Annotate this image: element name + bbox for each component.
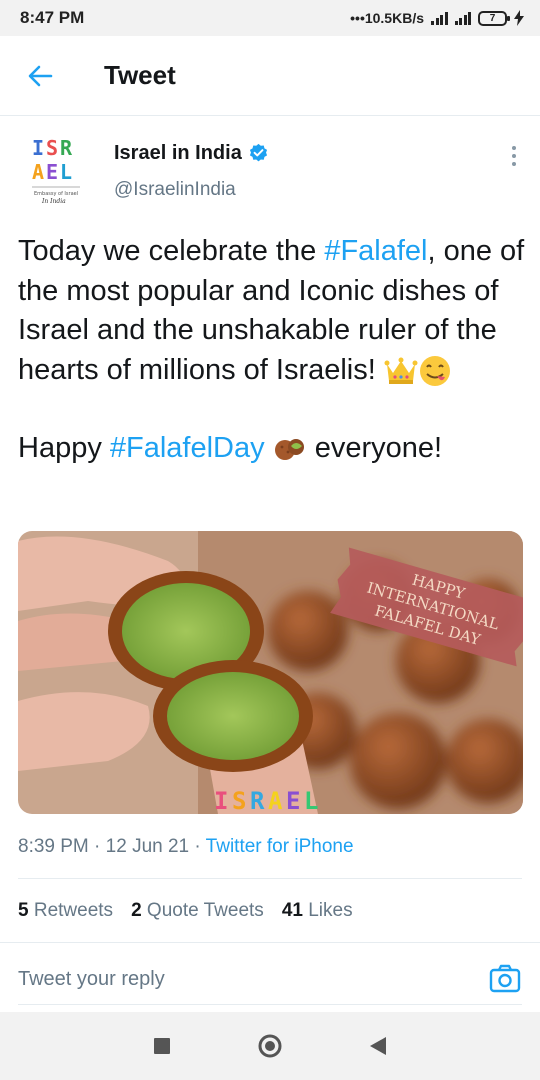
quote-tweets-label: Quote Tweets <box>146 900 264 921</box>
signal-icon-2 <box>454 11 471 25</box>
more-options-button[interactable] <box>512 146 516 166</box>
svg-text:L: L <box>60 160 72 184</box>
more-dot-icon <box>512 146 516 150</box>
recents-button[interactable] <box>153 1038 170 1054</box>
svg-text:S: S <box>46 136 58 160</box>
tweet-time: 8:39 PM <box>18 836 89 857</box>
tweet-paragraph-2: Happy #FalafelDay everyone! <box>18 429 528 469</box>
reply-underline <box>18 1004 522 1005</box>
falafel-photo: HAPPY INTERNATIONAL FALAFEL DAY I S R A … <box>18 531 523 814</box>
tweet-text: Today we celebrate the #Falafel, one of … <box>18 232 528 469</box>
engagement-stats: 5 Retweets 2 Quote Tweets 41 Likes <box>18 900 353 922</box>
tweet-text-segment: everyone! <box>306 432 443 464</box>
signal-icon <box>431 11 448 25</box>
divider <box>18 878 522 879</box>
svg-text:R: R <box>250 787 265 814</box>
author-handle[interactable]: @IsraelinIndia <box>114 179 236 201</box>
page-title: Tweet <box>104 60 176 90</box>
falafel-emoji-icon <box>274 439 304 461</box>
status-time: 8:47 PM <box>20 8 85 27</box>
back-nav-button[interactable] <box>370 1037 387 1055</box>
tweet-paragraph-1: Today we celebrate the #Falafel, one of … <box>18 232 528 390</box>
hashtag-link[interactable]: #Falafel <box>324 235 427 267</box>
svg-text:L: L <box>304 787 318 814</box>
triangle-back-icon <box>370 1037 387 1055</box>
status-icons: •••10.5KB/s 7 <box>350 10 524 26</box>
network-speed: •••10.5KB/s <box>350 10 424 26</box>
back-button[interactable] <box>0 64 80 88</box>
svg-text:Embassy of Israel: Embassy of Israel <box>34 191 78 197</box>
svg-text:In India: In India <box>41 198 66 205</box>
quote-tweets-count: 2 <box>131 900 142 921</box>
charging-icon <box>514 10 524 26</box>
square-icon <box>153 1038 170 1054</box>
svg-text:A: A <box>32 160 44 184</box>
tweet-text-segment: Happy <box>18 432 110 464</box>
likes-stat[interactable]: 41 Likes <box>282 900 353 922</box>
divider <box>0 942 540 943</box>
author-name-row[interactable]: Israel in India <box>114 142 269 165</box>
status-bar: 8:47 PM •••10.5KB/s 7 <box>0 0 540 36</box>
more-dot-icon <box>512 154 516 158</box>
svg-text:A: A <box>268 787 283 814</box>
israel-embassy-logo[interactable]: I S R A E L Embassy of Israel In India <box>26 135 90 207</box>
tweet-date: 12 Jun 21 <box>105 836 190 857</box>
svg-text:R: R <box>60 136 73 160</box>
svg-text:S: S <box>232 787 246 814</box>
retweets-stat[interactable]: 5 Retweets <box>18 900 113 922</box>
tweet-text-segment: Today we celebrate the <box>18 235 325 267</box>
retweets-label: Retweets <box>33 900 114 921</box>
author-name[interactable]: Israel in India <box>114 142 242 165</box>
likes-count: 41 <box>281 900 303 921</box>
tweet-source-link[interactable]: Twitter for iPhone <box>206 836 354 857</box>
retweets-count: 5 <box>18 900 29 921</box>
svg-text:E: E <box>286 787 300 814</box>
reply-input[interactable]: Tweet your reply <box>18 968 165 991</box>
system-nav-bar <box>0 1012 540 1080</box>
crown-emoji-icon <box>384 357 418 384</box>
yum-face-emoji-icon <box>419 355 450 386</box>
tweet-meta: 8:39 PM · 12 Jun 21 · Twitter for iPhone <box>18 836 354 857</box>
quote-tweets-stat[interactable]: 2 Quote Tweets <box>131 900 264 922</box>
svg-text:I: I <box>32 136 44 160</box>
more-dot-icon <box>512 162 516 166</box>
svg-text:I: I <box>214 787 228 814</box>
tweet-image[interactable]: HAPPY INTERNATIONAL FALAFEL DAY I S R A … <box>18 531 523 814</box>
circle-icon <box>258 1034 282 1058</box>
hashtag-link[interactable]: #FalafelDay <box>110 432 265 464</box>
verified-badge-icon <box>249 143 267 162</box>
home-button[interactable] <box>257 1033 283 1059</box>
tweet-author: I S R A E L Embassy of Israel In India I… <box>18 130 522 210</box>
likes-label: Likes <box>308 900 353 921</box>
arrow-left-icon <box>28 65 53 86</box>
svg-text:E: E <box>46 160 58 184</box>
camera-icon[interactable] <box>488 962 522 996</box>
battery-icon: 7 <box>478 10 510 26</box>
top-app-bar: Tweet <box>0 36 540 116</box>
